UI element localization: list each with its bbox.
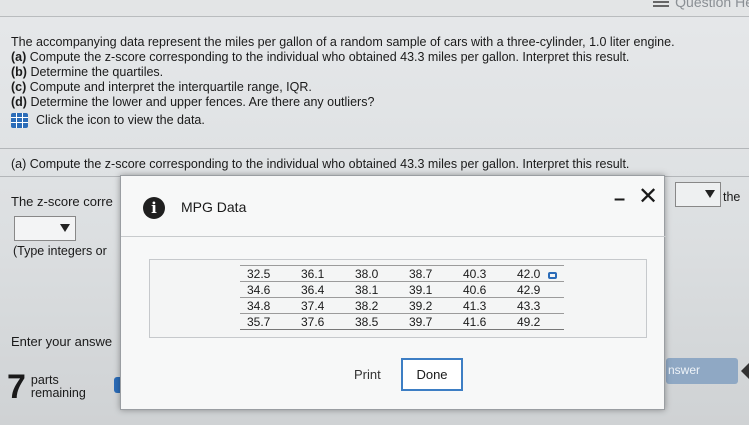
sentence-text: the — [723, 190, 741, 204]
table-row: 34.8 37.4 38.2 39.2 41.3 43.3 — [240, 297, 564, 314]
dropdown-arrow-icon — [705, 190, 715, 198]
part-text: Compute the z-score corresponding to the… — [29, 50, 630, 64]
table-cell: 38.5 — [348, 313, 402, 330]
table-cell: 37.6 — [294, 313, 348, 330]
table-cell: 35.7 — [240, 313, 294, 330]
table-cell: 42.9 — [510, 281, 564, 298]
table-cell: 32.5 — [240, 265, 294, 282]
copy-data-icon[interactable] — [548, 272, 557, 279]
done-button[interactable]: Done — [401, 358, 463, 391]
table-cell: 38.1 — [348, 281, 402, 298]
question-part-a: (a) Compute the z-score corresponding to… — [11, 50, 741, 65]
part-text: Compute and interpret the interquartile … — [29, 80, 312, 94]
enter-answer-text: Enter your answe — [11, 334, 113, 349]
table-cell: 43.3 — [510, 297, 564, 314]
table-cell: 36.1 — [294, 265, 348, 282]
table-cell: 38.2 — [348, 297, 402, 314]
part-tag: (d) — [11, 95, 27, 109]
parts-remaining: 7 parts remaining — [7, 368, 86, 406]
parts-label-1: parts — [30, 373, 59, 387]
zscore-label: The z-score corre — [11, 194, 113, 209]
data-table-container: 32.5 36.1 38.0 38.7 40.3 42.0 34.6 36.4 … — [149, 259, 647, 338]
question-part-c: (c) Compute and interpret the interquart… — [11, 80, 741, 95]
table-cell: 41.6 — [456, 313, 510, 330]
check-answer-button[interactable]: nswer — [666, 358, 738, 384]
part-text: Determine the lower and upper fences. Ar… — [30, 95, 375, 109]
top-bar: Question He — [0, 0, 749, 17]
view-data-label: Click the icon to view the data. — [36, 113, 205, 127]
question-part-d: (d) Determine the lower and upper fences… — [11, 95, 741, 110]
data-table-icon[interactable] — [11, 113, 28, 128]
question-help-label: Question He — [675, 0, 749, 10]
mpg-data-dialog: i MPG Data – ✕ 32.5 36.1 38.0 38.7 40.3 … — [120, 175, 666, 410]
part-text: Determine the quartiles. — [30, 65, 164, 79]
menu-icon — [653, 0, 670, 8]
question-text: The accompanying data represent the mile… — [11, 35, 741, 128]
table-cell: 39.1 — [402, 281, 456, 298]
table-cell: 37.4 — [294, 297, 348, 314]
type-hint: (Type integers or — [13, 244, 107, 258]
table-cell: 34.8 — [240, 297, 294, 314]
table-cell: 41.3 — [456, 297, 510, 314]
question-part-b: (b) Determine the quartiles. — [11, 65, 741, 80]
parts-label: parts remaining — [31, 374, 86, 400]
table-cell: 49.2 — [510, 313, 564, 330]
table-cell: 40.3 — [456, 265, 510, 282]
parts-count: 7 — [7, 368, 26, 406]
info-icon: i — [143, 197, 165, 219]
dialog-divider — [121, 236, 666, 237]
page: Question He The accompanying data repres… — [0, 0, 749, 425]
table-cell: 34.6 — [240, 281, 294, 298]
minimize-button[interactable]: – — [614, 188, 625, 211]
dialog-title: MPG Data — [181, 199, 247, 215]
table-row: 34.6 36.4 38.1 39.1 40.6 42.9 — [240, 281, 564, 298]
part-tag: (a) — [11, 50, 27, 64]
table-cell: 38.7 — [402, 265, 456, 282]
table-cell: 36.4 — [294, 281, 348, 298]
table-cell: 39.7 — [402, 313, 456, 330]
print-button[interactable]: Print — [354, 367, 381, 382]
divider — [0, 148, 749, 149]
table-cell: 40.6 — [456, 281, 510, 298]
answer-dropdown[interactable] — [14, 216, 76, 241]
table-cell: 38.0 — [348, 265, 402, 282]
question-help[interactable]: Question He — [653, 0, 749, 10]
prev-arrow-icon[interactable] — [741, 363, 749, 379]
mpg-table: 32.5 36.1 38.0 38.7 40.3 42.0 34.6 36.4 … — [240, 265, 564, 330]
table-row: 32.5 36.1 38.0 38.7 40.3 42.0 — [240, 265, 564, 282]
question-intro: The accompanying data represent the mile… — [11, 35, 675, 49]
table-row: 35.7 37.6 38.5 39.7 41.6 49.2 — [240, 313, 564, 330]
close-button[interactable]: ✕ — [638, 182, 658, 210]
part-a-heading: (a) Compute the z-score corresponding to… — [11, 157, 630, 171]
view-data-link[interactable]: Click the icon to view the data. — [11, 113, 741, 128]
table-cell: 39.2 — [402, 297, 456, 314]
interpretation-dropdown[interactable] — [675, 182, 721, 207]
part-tag: (b) — [11, 65, 27, 79]
part-tag: (c) — [11, 80, 27, 94]
parts-label-2: remaining — [30, 386, 86, 400]
dropdown-arrow-icon — [60, 224, 70, 232]
